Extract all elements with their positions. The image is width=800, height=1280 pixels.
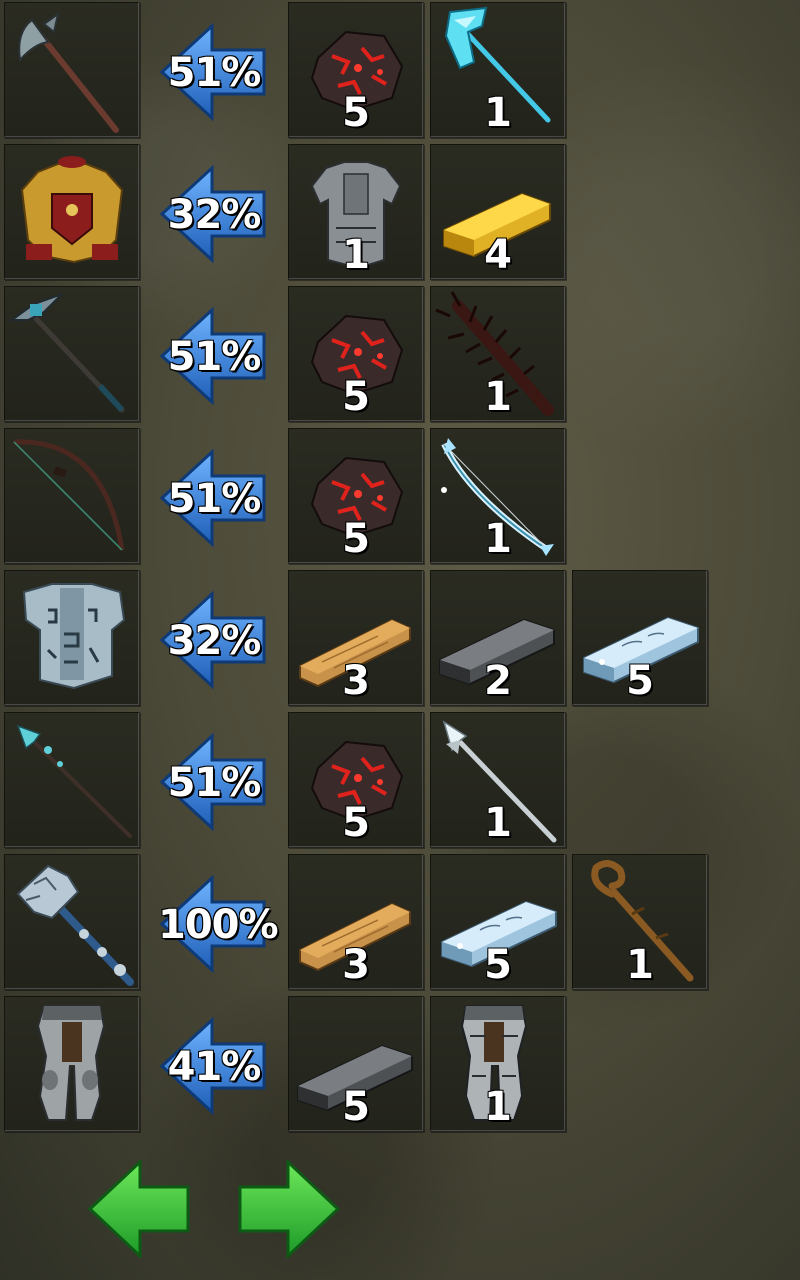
result-slot[interactable] xyxy=(4,996,140,1132)
conversion-arrow: 51% xyxy=(158,306,270,406)
recipe-row: 32% 3 2 5 xyxy=(0,570,800,710)
ingredient-slot[interactable]: 1 xyxy=(288,144,424,280)
ingredient-slot[interactable]: 4 xyxy=(430,144,566,280)
ingredient-slot[interactable]: 5 xyxy=(288,996,424,1132)
ingredient-count: 1 xyxy=(342,232,370,278)
ingredient-count: 1 xyxy=(484,516,512,562)
ingredient-count: 5 xyxy=(342,374,370,420)
ingredient-slot[interactable]: 3 xyxy=(288,854,424,990)
ingredient-count: 3 xyxy=(342,942,370,988)
result-slot[interactable] xyxy=(4,854,140,990)
next-page-button[interactable] xyxy=(236,1158,341,1260)
success-chance-label: 51% xyxy=(167,50,262,96)
ingredient-slot[interactable]: 2 xyxy=(430,570,566,706)
ingredient-count: 1 xyxy=(484,1084,512,1130)
ingredient-slot[interactable]: 1 xyxy=(572,854,708,990)
result-slot[interactable] xyxy=(4,286,140,422)
pickaxe-icon xyxy=(8,293,125,413)
ingredient-count: 1 xyxy=(484,90,512,136)
plate-leggings-icon xyxy=(36,1005,106,1121)
spear-icon xyxy=(16,724,132,838)
bow-icon xyxy=(13,439,125,551)
ingredient-count: 5 xyxy=(626,658,654,704)
ingredient-slot[interactable]: 1 xyxy=(430,428,566,564)
success-chance-label: 51% xyxy=(167,760,262,806)
success-chance-label: 51% xyxy=(167,476,262,522)
recipe-row: 51% 5 1 xyxy=(0,286,800,426)
result-slot[interactable] xyxy=(4,2,140,138)
ingredient-count: 3 xyxy=(342,658,370,704)
ingredient-count: 5 xyxy=(342,1084,370,1130)
conversion-arrow: 51% xyxy=(158,732,270,832)
result-slot[interactable] xyxy=(4,428,140,564)
ingredient-slot[interactable]: 1 xyxy=(430,712,566,848)
result-slot[interactable] xyxy=(4,570,140,706)
ingredient-slot[interactable]: 5 xyxy=(288,712,424,848)
ingredient-slot[interactable]: 3 xyxy=(288,570,424,706)
recipe-row: 51% 5 1 xyxy=(0,2,800,142)
ingredient-count: 1 xyxy=(626,942,654,988)
arrow-right-icon xyxy=(238,1158,341,1260)
conversion-arrow: 32% xyxy=(158,590,270,690)
ingredient-count: 2 xyxy=(484,658,512,704)
recipe-row: 41% 5 1 xyxy=(0,996,800,1136)
axe-icon xyxy=(18,11,119,133)
conversion-arrow: 41% xyxy=(158,1016,270,1116)
ingredient-slot[interactable]: 5 xyxy=(572,570,708,706)
warhammer-icon xyxy=(16,864,134,986)
previous-page-button[interactable] xyxy=(87,1158,192,1260)
ingredient-count: 1 xyxy=(484,374,512,420)
recipe-row: 51% 5 1 xyxy=(0,428,800,568)
ingredient-count: 5 xyxy=(342,516,370,562)
success-chance-label: 51% xyxy=(167,334,262,380)
ingredient-slot[interactable]: 5 xyxy=(288,2,424,138)
ingredient-count: 5 xyxy=(342,800,370,846)
ingredient-slot[interactable]: 5 xyxy=(288,428,424,564)
ingredient-slot[interactable]: 5 xyxy=(430,854,566,990)
ingredient-slot[interactable]: 1 xyxy=(430,286,566,422)
ingredient-slot[interactable]: 1 xyxy=(430,996,566,1132)
ingredient-slot[interactable]: 1 xyxy=(430,2,566,138)
ingredient-slot[interactable]: 5 xyxy=(288,286,424,422)
ingredient-count: 5 xyxy=(484,942,512,988)
conversion-arrow: 100% xyxy=(158,874,279,974)
success-chance-label: 32% xyxy=(167,192,262,238)
ingredient-count: 4 xyxy=(484,232,512,278)
recipe-row: 32% 1 4 xyxy=(0,144,800,284)
ingredient-count: 5 xyxy=(342,90,370,136)
conversion-arrow: 51% xyxy=(158,448,270,548)
result-slot[interactable] xyxy=(4,712,140,848)
recipe-row: 51% 5 1 xyxy=(0,712,800,852)
ingredient-count: 1 xyxy=(484,800,512,846)
rune-armor-icon xyxy=(22,583,126,690)
conversion-arrow: 51% xyxy=(158,22,270,122)
success-chance-label: 100% xyxy=(158,902,279,948)
gold-armor-icon xyxy=(20,156,124,264)
arrow-left-icon xyxy=(87,1158,190,1260)
success-chance-label: 32% xyxy=(167,618,262,664)
success-chance-label: 41% xyxy=(167,1044,262,1090)
conversion-arrow: 32% xyxy=(158,164,270,264)
result-slot[interactable] xyxy=(4,144,140,280)
recipe-row: 100% 3 5 1 xyxy=(0,854,800,994)
